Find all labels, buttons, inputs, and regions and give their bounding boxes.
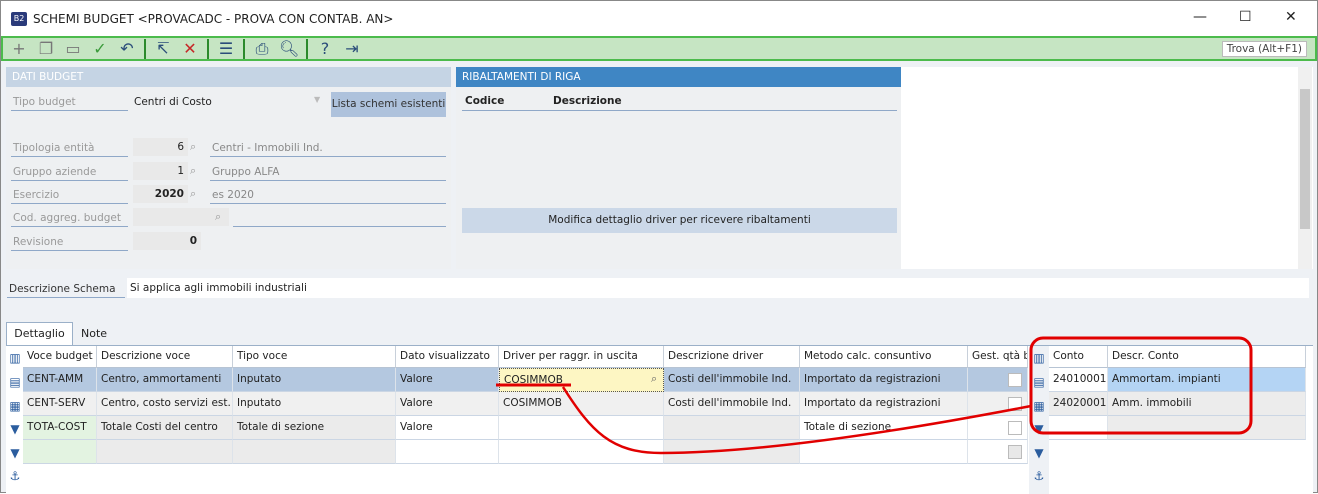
annotation-arrow [561,386,1032,455]
annotation-overlay [496,336,1253,455]
highlight-box [1029,336,1253,435]
window: B2 SCHEMI BUDGET <PROVACADC - PROVA CON … [0,0,1318,494]
